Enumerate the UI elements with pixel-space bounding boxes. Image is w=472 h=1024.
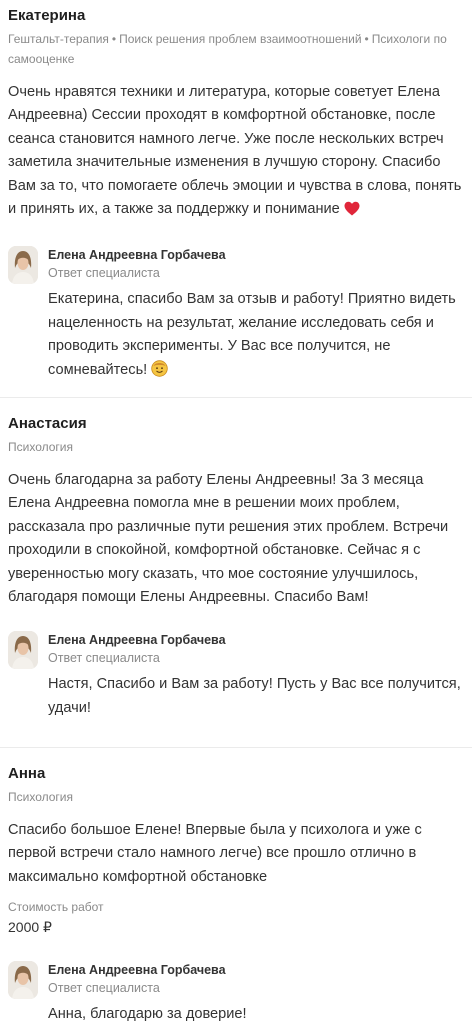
review-author: Анастасия [8,415,87,432]
smiling-face-icon [151,359,169,385]
review-tag[interactable]: Гештальт-терапия [8,32,109,46]
review-tag[interactable]: Психология [8,440,73,454]
review-text-body: Очень нравятся техники и литература, кот… [8,84,462,218]
heart-icon [344,201,360,224]
reply-author[interactable]: Елена Андреевна Горбачева [48,961,464,979]
specialist-reply: Елена Андреевна Горбачева Ответ специали… [8,631,464,720]
review-text: Спасибо большое Елене! Впервые была у пс… [8,822,422,885]
reply-author[interactable]: Елена Андреевна Горбачева [48,246,464,264]
review-tag[interactable]: Психология [8,790,73,804]
review-text: Очень нравятся техники и литература, кот… [8,81,464,224]
review-tags: Психология [8,437,464,457]
specialist-avatar[interactable] [8,631,38,670]
reply-role: Ответ специалиста [48,981,160,996]
reply-text: Екатерина, спасибо Вам за отзыв и работу… [48,288,464,385]
specialist-reply: Елена Андреевна Горбачева Ответ специали… [8,246,464,385]
reply-text-body: Екатерина, спасибо Вам за отзыв и работу… [48,291,456,378]
specialist-avatar[interactable] [8,246,38,285]
review-text: Очень благодарна за работу Елены Андреев… [8,472,449,606]
review-card: Анна Психология Спасибо большое Елене! В… [0,764,472,1024]
reply-author[interactable]: Елена Андреевна Горбачева [48,631,464,649]
review-card: Анастасия Психология Очень благодарна за… [0,414,472,720]
tag-separator: • [364,32,369,46]
reply-text: Анна, благодарю за доверие! [48,1006,247,1023]
price-label: Стоимость работ [8,900,104,915]
specialist-avatar[interactable] [8,961,38,1000]
review-divider [0,397,472,398]
price-value: 2000 ₽ [8,919,52,936]
review-divider [0,747,472,748]
reply-text: Настя, Спасибо и Вам за работу! Пусть у … [48,676,461,716]
review-author: Екатерина [8,7,86,24]
review-tags: Психология [8,787,464,807]
specialist-reply: Елена Андреевна Горбачева Ответ специали… [8,961,464,1024]
reply-role: Ответ специалиста [48,266,160,281]
review-tags: Гештальт-терапия • Поиск решения проблем в… [8,29,464,69]
reply-role: Ответ специалиста [48,651,160,666]
review-card: Екатерина Гештальт-терапия • Поиск решения… [0,6,472,385]
review-author: Анна [8,765,46,782]
review-tag[interactable]: Поиск решения проблем взаимоотношений [119,32,361,46]
tag-separator: • [111,32,117,46]
